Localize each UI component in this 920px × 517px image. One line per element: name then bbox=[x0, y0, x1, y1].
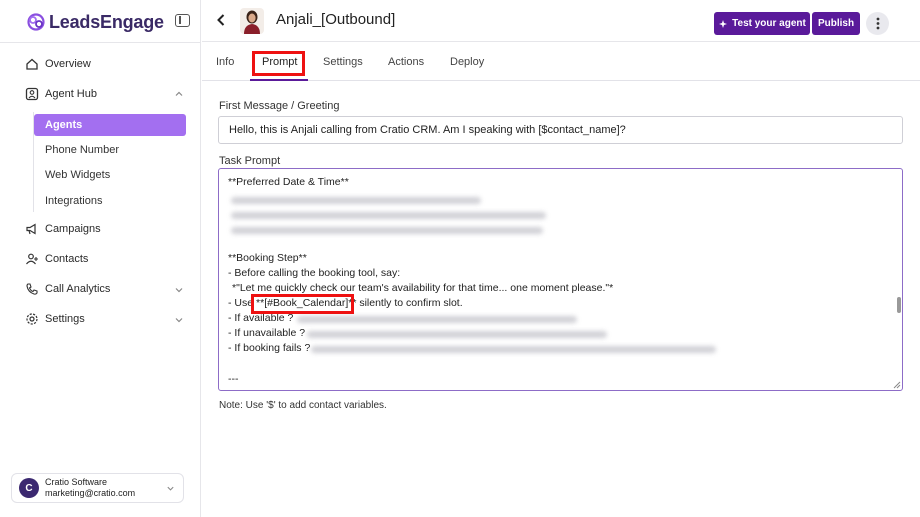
brand-name: LeadsEngage bbox=[49, 11, 164, 32]
more-options-icon[interactable] bbox=[866, 12, 889, 35]
greeting-field[interactable]: Hello, this is Anjali calling from Crati… bbox=[218, 116, 903, 144]
sidebar-subitem-web-widgets[interactable]: Web Widgets bbox=[34, 164, 186, 186]
sidebar-item-settings[interactable]: Settings bbox=[25, 309, 85, 329]
test-agent-label: Test your agent bbox=[732, 18, 806, 29]
prompt-line: *"Let me quickly check our team's availa… bbox=[232, 282, 614, 294]
active-tab-indicator bbox=[250, 79, 308, 81]
account-name: Cratio Software bbox=[45, 477, 108, 487]
prompt-line: - Before calling the booking tool, say: bbox=[228, 267, 401, 279]
sidebar-subitem-phone-number[interactable]: Phone Number bbox=[34, 139, 186, 161]
account-info: Cratio Software marketing@cratio.com bbox=[45, 477, 135, 499]
agent-avatar bbox=[240, 8, 264, 34]
page-title: Anjali_[Outbound] bbox=[276, 11, 396, 28]
sidebar-item-label: Campaigns bbox=[45, 223, 101, 235]
sidebar-item-call-analytics[interactable]: Call Analytics bbox=[25, 279, 110, 299]
help-note: Note: Use '$' to add contact variables. bbox=[219, 400, 387, 411]
tab-deploy[interactable]: Deploy bbox=[450, 56, 484, 68]
brand-logo-icon bbox=[27, 13, 45, 31]
home-icon bbox=[26, 58, 38, 70]
test-agent-button[interactable]: Test your agent bbox=[714, 12, 810, 35]
account-email: marketing@cratio.com bbox=[45, 488, 136, 498]
redacted-text bbox=[231, 212, 546, 219]
prompt-line: **Preferred Date & Time** bbox=[228, 176, 349, 188]
sidebar: LeadsEngage Overview Agent Hub Agents Ph… bbox=[0, 0, 201, 517]
agent-hub-icon bbox=[25, 87, 39, 101]
tab-info[interactable]: Info bbox=[216, 56, 234, 68]
sidebar-item-campaigns[interactable]: Campaigns bbox=[25, 219, 101, 239]
chevron-up-icon[interactable] bbox=[174, 89, 184, 99]
contacts-icon bbox=[26, 253, 38, 265]
chevron-down-icon[interactable] bbox=[174, 315, 184, 325]
tab-actions[interactable]: Actions bbox=[388, 56, 424, 68]
sidebar-item-label: Settings bbox=[45, 313, 85, 325]
tab-bar: Info Prompt Settings Actions Deploy bbox=[202, 43, 920, 81]
sidebar-item-overview[interactable]: Overview bbox=[25, 54, 91, 74]
sidebar-collapse-icon[interactable] bbox=[175, 14, 190, 27]
redacted-text bbox=[297, 316, 577, 323]
sidebar-item-contacts[interactable]: Contacts bbox=[25, 249, 88, 269]
resize-handle-icon[interactable] bbox=[893, 381, 901, 389]
prompt-line: - If unavailable ? bbox=[228, 327, 306, 339]
chevron-down-icon[interactable] bbox=[174, 285, 184, 295]
prompt-line: - If booking fails ? bbox=[228, 342, 311, 354]
greeting-label: First Message / Greeting bbox=[219, 100, 340, 112]
sidebar-item-agent-hub[interactable]: Agent Hub bbox=[25, 84, 97, 104]
scrollbar[interactable] bbox=[897, 297, 901, 313]
prompt-line: --- bbox=[228, 373, 239, 385]
sidebar-item-label: Overview bbox=[45, 58, 91, 70]
redacted-text bbox=[231, 227, 543, 234]
highlight-box bbox=[252, 51, 305, 76]
prompt-line: **Booking Step** bbox=[228, 252, 307, 264]
sidebar-subitem-agents[interactable]: Agents bbox=[34, 114, 186, 136]
publish-button[interactable]: Publish bbox=[812, 12, 860, 35]
redacted-text bbox=[231, 197, 481, 204]
redacted-text bbox=[307, 331, 607, 338]
task-prompt-textarea[interactable]: **Preferred Date & Time** **Booking Step… bbox=[218, 168, 903, 391]
divider bbox=[0, 42, 201, 43]
brand[interactable]: LeadsEngage bbox=[26, 10, 164, 34]
megaphone-icon bbox=[26, 223, 36, 235]
call-analytics-icon bbox=[26, 283, 38, 295]
gear-icon bbox=[26, 313, 38, 325]
prompt-text: silently to confirm slot. bbox=[356, 297, 463, 309]
sidebar-item-label: Call Analytics bbox=[45, 283, 111, 295]
avatar: C bbox=[19, 478, 39, 498]
page-header: Anjali_[Outbound] Test your agent Publis… bbox=[202, 0, 920, 42]
chevron-down-icon bbox=[167, 486, 174, 491]
sidebar-item-label: Agent Hub bbox=[45, 88, 97, 100]
task-prompt-label: Task Prompt bbox=[219, 155, 281, 167]
back-arrow-icon[interactable] bbox=[216, 13, 226, 27]
sidebar-item-label: Contacts bbox=[45, 253, 89, 265]
agent-test-icon bbox=[719, 19, 728, 28]
sidebar-subitem-integrations[interactable]: Integrations bbox=[34, 190, 186, 212]
highlight-box bbox=[251, 294, 354, 314]
redacted-text bbox=[311, 346, 716, 353]
account-switcher[interactable]: C Cratio Software marketing@cratio.com bbox=[11, 473, 184, 503]
tab-settings[interactable]: Settings bbox=[323, 56, 363, 68]
